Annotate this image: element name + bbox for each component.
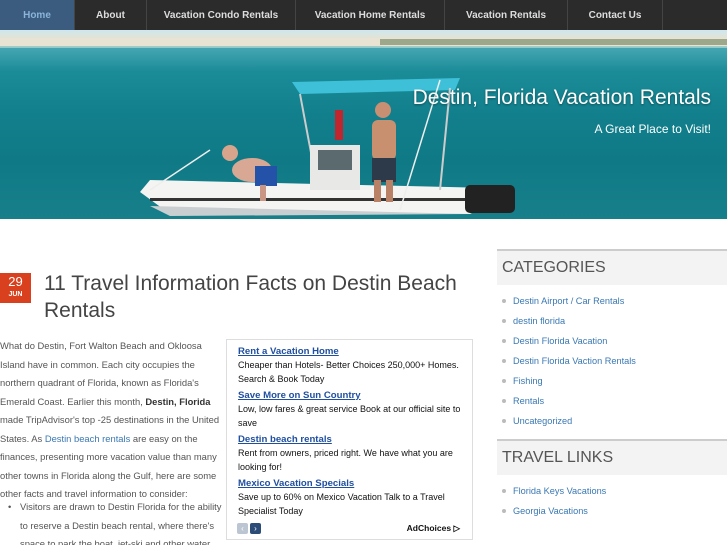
ad-item: Destin beach rentals Rent from owners, p… xyxy=(238,432,472,474)
nav-vacation-rentals[interactable]: Vacation Rentals xyxy=(445,0,568,30)
ad-item: Mexico Vacation Specials Save up to 60% … xyxy=(238,476,472,518)
post-body: What do Destin, Fort Walton Beach and Ok… xyxy=(0,337,225,504)
chevron-right-icon[interactable]: › xyxy=(250,522,261,534)
category-link[interactable]: Destin Airport / Car Rentals xyxy=(497,291,727,311)
post-bullet-item: Visitors are drawn to Destin Florida for… xyxy=(0,498,225,545)
ad-title-link[interactable]: Destin beach rentals xyxy=(238,432,472,447)
ad-item: Save More on Sun Country Low, low fares … xyxy=(238,388,472,430)
post-date-month: JUN xyxy=(8,291,23,298)
chevron-left-icon[interactable]: ‹ xyxy=(237,522,248,534)
nav-vacation-home-rentals[interactable]: Vacation Home Rentals xyxy=(296,0,445,30)
travel-link[interactable]: Georgia Vacations xyxy=(497,501,727,521)
adchoices-label: AdChoices xyxy=(406,522,452,533)
site-tagline: A Great Place to Visit! xyxy=(594,122,711,136)
adchoices-icon: ▷ xyxy=(453,522,460,533)
ad-text: Save up to 60% on Mexico Vacation Talk t… xyxy=(238,492,445,516)
ad-title-link[interactable]: Rent a Vacation Home xyxy=(238,344,472,359)
travel-links-heading: TRAVEL LINKS xyxy=(497,439,727,475)
post-title[interactable]: 11 Travel Information Facts on Destin Be… xyxy=(44,270,464,324)
main-nav: Home About Vacation Condo Rentals Vacati… xyxy=(0,0,727,30)
categories-heading: CATEGORIES xyxy=(497,249,727,285)
nav-home[interactable]: Home xyxy=(0,0,75,30)
category-link[interactable]: Fishing xyxy=(497,371,727,391)
post-text-bold: Destin, Florida xyxy=(145,395,211,407)
adchoices-link[interactable]: AdChoices ▷ xyxy=(407,523,460,534)
ad-title-link[interactable]: Save More on Sun Country xyxy=(238,388,472,403)
ad-footer: ‹ › AdChoices ▷ xyxy=(237,522,460,534)
post-date-badge: 29 JUN xyxy=(0,273,31,303)
nav-about[interactable]: About xyxy=(75,0,147,30)
ad-item: Rent a Vacation Home Cheaper than Hotels… xyxy=(238,344,472,386)
ad-text: Rent from owners, priced right. We have … xyxy=(238,448,453,472)
nav-contact-us[interactable]: Contact Us xyxy=(568,0,663,30)
ad-text: Low, low fares & great service Book at o… xyxy=(238,404,461,428)
post-inline-link[interactable]: Destin beach rentals xyxy=(45,433,130,444)
ad-title-link[interactable]: Mexico Vacation Specials xyxy=(238,476,472,491)
post-date-day: 29 xyxy=(8,274,23,289)
ad-text: Cheaper than Hotels- Better Choices 250,… xyxy=(238,360,459,384)
category-link[interactable]: Uncategorized xyxy=(497,411,727,431)
category-link[interactable]: destin florida xyxy=(497,311,727,331)
post-bullet-list: Visitors are drawn to Destin Florida for… xyxy=(0,498,225,545)
ad-block: Rent a Vacation Home Cheaper than Hotels… xyxy=(226,339,473,540)
nav-vacation-condo-rentals[interactable]: Vacation Condo Rentals xyxy=(147,0,296,30)
category-link[interactable]: Destin Florida Vaction Rentals xyxy=(497,351,727,371)
ad-nav: ‹ › xyxy=(237,522,261,534)
category-link[interactable]: Rentals xyxy=(497,391,727,411)
sidebar: CATEGORIES Destin Airport / Car Rentals … xyxy=(497,249,727,521)
travel-links-list: Florida Keys Vacations Georgia Vacations xyxy=(497,475,727,521)
site-title[interactable]: Destin, Florida Vacation Rentals xyxy=(413,86,711,110)
categories-list: Destin Airport / Car Rentals destin flor… xyxy=(497,285,727,431)
travel-link[interactable]: Florida Keys Vacations xyxy=(497,481,727,501)
header-banner: Destin, Florida Vacation Rentals A Great… xyxy=(0,30,727,219)
category-link[interactable]: Destin Florida Vacation xyxy=(497,331,727,351)
